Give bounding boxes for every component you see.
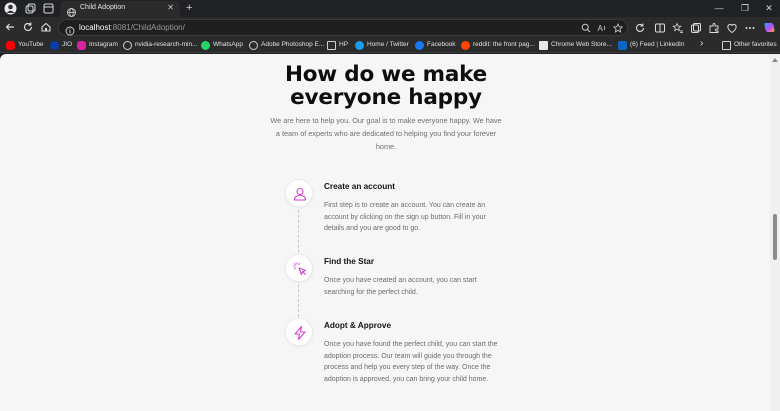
globe-icon <box>123 41 132 50</box>
page-subtext: We are here to help you. Our goal is to … <box>270 116 502 151</box>
step-2-body: Once you have created an account, you ca… <box>324 277 477 296</box>
new-tab-button[interactable]: + <box>186 2 192 14</box>
other-favorites-label: Other favorites <box>734 41 777 48</box>
svg-text:A: A <box>598 24 604 33</box>
url-host: localhost <box>79 23 111 32</box>
browser-toolbar: localhost:8081/ChildAdoption/ A <box>0 17 780 38</box>
step-1-body: First step is to create an account. You … <box>324 202 486 232</box>
twitter-icon <box>355 41 364 50</box>
youtube-icon <box>6 41 15 50</box>
step-1-user-icon <box>285 179 313 207</box>
restore-button[interactable]: ❐ <box>738 2 752 14</box>
refresh-icon[interactable] <box>22 21 34 33</box>
bookmark-label: nvidia-research-min... <box>135 41 198 48</box>
workspaces-icon[interactable] <box>24 2 37 15</box>
linkedin-icon <box>618 41 627 50</box>
bookmark-label: Instagram <box>89 41 118 48</box>
step-3-lightning-icon <box>285 318 313 346</box>
read-aloud-icon[interactable]: A <box>597 23 607 33</box>
collections-icon[interactable] <box>690 21 702 33</box>
globe-icon <box>67 4 76 17</box>
title-bar: Child Adoption ✕ + — ❐ ✕ <box>0 0 780 17</box>
copilot-icon[interactable] <box>763 21 775 33</box>
tab-actions-icon[interactable] <box>42 2 55 15</box>
zoom-icon[interactable] <box>581 23 591 33</box>
step-3-body: Once you have found the perfect child, y… <box>324 341 498 383</box>
page-headline: How do we make everyone happy <box>284 62 488 110</box>
favorites-icon[interactable] <box>672 21 684 33</box>
tab-close-icon[interactable]: ✕ <box>167 3 174 13</box>
close-window-button[interactable]: ✕ <box>762 2 776 14</box>
folder-icon <box>722 41 731 50</box>
bookmark-label: WhatsApp <box>213 41 243 48</box>
back-icon[interactable] <box>4 21 16 33</box>
favorite-star-icon[interactable] <box>612 22 624 33</box>
site-info-icon[interactable] <box>65 23 75 36</box>
home-icon[interactable] <box>40 21 52 33</box>
minimize-button[interactable]: — <box>712 2 726 14</box>
extensions-icon[interactable] <box>708 21 720 33</box>
tab-child-adoption[interactable]: Child Adoption ✕ <box>60 1 180 17</box>
jio-icon <box>50 41 59 50</box>
bookmark-label: (6) Feed | LinkedIn <box>630 41 685 48</box>
webstore-icon <box>539 41 548 50</box>
bookmarks-bar: YouTube JIO Instagram nvidia-research-mi… <box>0 38 780 53</box>
step-2-cursor-click-icon <box>285 254 313 282</box>
globe-icon <box>249 41 258 50</box>
instagram-icon <box>77 41 86 50</box>
profile-avatar-icon[interactable] <box>4 2 17 15</box>
bookmark-label: Chrome Web Store... <box>551 41 612 48</box>
whatsapp-icon <box>201 41 210 50</box>
tab-title: Child Adoption <box>80 4 126 11</box>
bookmark-label: Facebook <box>427 41 456 48</box>
facebook-icon <box>415 41 424 50</box>
folder-icon <box>327 41 336 50</box>
scrollbar-thumb[interactable] <box>773 214 777 260</box>
bookmarks-overflow-chevron-icon[interactable]: › <box>700 38 703 49</box>
address-url[interactable]: localhost:8081/ChildAdoption/ <box>79 23 185 32</box>
bookmark-label: JIO <box>62 41 73 48</box>
sync-icon[interactable] <box>634 21 646 33</box>
bookmark-label: HP <box>339 41 349 48</box>
address-bar[interactable]: localhost:8081/ChildAdoption/ A <box>58 19 628 36</box>
browser-essentials-icon[interactable] <box>726 21 738 34</box>
scroll-up-arrow-icon[interactable] <box>772 58 778 62</box>
bookmark-label: reddit: the front pag... <box>473 41 535 48</box>
reddit-icon <box>461 41 470 50</box>
bookmark-label: YouTube <box>18 41 44 48</box>
settings-more-icon[interactable] <box>744 21 756 33</box>
page-content: How do we make everyone happy We are her… <box>0 54 770 411</box>
url-path: :8081/ChildAdoption/ <box>110 23 185 32</box>
step-2-title: Find the Star <box>324 257 375 266</box>
page-scrollbar[interactable] <box>770 54 780 411</box>
step-1-title: Create an account <box>324 182 395 191</box>
split-screen-icon[interactable] <box>654 21 666 33</box>
step-3-title: Adopt & Approve <box>324 321 392 330</box>
bookmark-label: Home / Twitter <box>367 41 409 48</box>
bookmark-label: Adobe Photoshop E... <box>261 41 325 48</box>
